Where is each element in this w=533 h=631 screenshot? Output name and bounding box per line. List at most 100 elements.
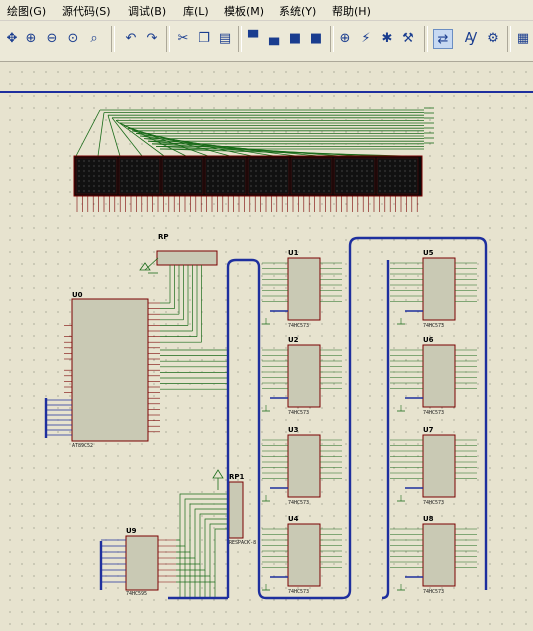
zoom-in-icon[interactable]: ⊕ (22, 29, 40, 47)
u4-part-label: 74HC573 (288, 589, 309, 595)
led-dot (322, 184, 326, 188)
led-dot (370, 159, 374, 163)
menu-debug[interactable]: 调试(B) (128, 3, 166, 19)
led-dot (241, 169, 245, 173)
paste-icon[interactable]: ▤ (216, 29, 234, 47)
u5-latch[interactable]: U5 74HC573 (390, 249, 477, 329)
led-dot (327, 179, 331, 183)
u8-latch[interactable]: U8 74HC573 (390, 515, 477, 595)
menu-draw[interactable]: 绘图(G) (7, 3, 46, 19)
led-dot (140, 174, 144, 178)
led-dot (403, 189, 407, 193)
property-tool-icon[interactable]: ⚙ (484, 29, 502, 47)
led-dot (302, 179, 306, 183)
undo-icon[interactable]: ↶ (122, 29, 140, 47)
rp1-resistor-pack[interactable]: RP1 RESPACK-8 (212, 469, 256, 546)
u7-latch[interactable]: U7 74HC573 (390, 426, 477, 506)
block-copy-icon[interactable]: ▀ (244, 29, 262, 47)
led-dot (150, 164, 154, 168)
led-dot (360, 189, 364, 193)
led-dot (350, 174, 354, 178)
netlist-icon[interactable]: ▦ (514, 29, 532, 47)
led-dot (168, 159, 172, 163)
menu-system[interactable]: 系统(Y) (279, 3, 316, 19)
led-module (290, 157, 333, 195)
led-dot (345, 159, 349, 163)
block-rotate-icon[interactable]: ■ (286, 29, 304, 47)
wire-autorouter-icon[interactable]: ⇄ (433, 29, 453, 49)
redo-icon[interactable]: ↷ (143, 29, 161, 47)
u9-shift-register[interactable]: U9 74HC595 (101, 527, 176, 597)
led-dot (413, 189, 417, 193)
led-dot (302, 169, 306, 173)
led-dot (130, 169, 134, 173)
zoom-all-icon[interactable]: ⊙ (64, 29, 82, 47)
led-dot (168, 169, 172, 173)
menu-template[interactable]: 模板(M) (224, 3, 264, 19)
menu-help[interactable]: 帮助(H) (332, 3, 371, 19)
zoom-out-icon[interactable]: ⊖ (43, 29, 61, 47)
led-dot (360, 159, 364, 163)
rp-resistor-pack[interactable]: RP (139, 233, 218, 274)
led-dot (125, 189, 129, 193)
pick-device-icon[interactable]: ⊕ (336, 29, 354, 47)
led-dot (350, 169, 354, 173)
block-delete-icon[interactable]: ■ (307, 29, 325, 47)
block-move-icon[interactable]: ▄ (265, 29, 283, 47)
led-dot (102, 189, 106, 193)
led-dot (340, 164, 344, 168)
led-dot (145, 189, 149, 193)
toolbar-separator (111, 26, 115, 52)
move-icon[interactable]: ✥ (3, 29, 21, 47)
led-dot (388, 164, 392, 168)
rp-label: RP (158, 233, 169, 241)
led-dot (269, 179, 273, 183)
led-dot (398, 174, 402, 178)
led-dot (145, 169, 149, 173)
led-dot (393, 164, 397, 168)
u5-body (422, 257, 456, 321)
copy-icon[interactable]: ❐ (195, 29, 213, 47)
led-dot (259, 184, 263, 188)
led-dot (408, 189, 412, 193)
menu-source[interactable]: 源代码(S) (62, 3, 111, 19)
u2-latch[interactable]: U2 74HC573 (262, 336, 342, 416)
led-dot (102, 169, 106, 173)
zoom-area-icon[interactable]: ⌕ (85, 29, 103, 47)
led-dot (365, 164, 369, 168)
package-icon[interactable]: ✱ (378, 29, 396, 47)
schematic-canvas[interactable]: RP U0 AT89C52 RP1 RESPACK-8 U9 74HC595 U… (0, 62, 533, 631)
led-dot (226, 159, 230, 163)
led-dot (365, 169, 369, 173)
menu-library[interactable]: 库(L) (183, 3, 209, 19)
led-dot (388, 159, 392, 163)
led-dot (297, 179, 301, 183)
led-dot (370, 174, 374, 178)
led-dot (77, 164, 81, 168)
decompose-icon[interactable]: ⚒ (399, 29, 417, 47)
led-dot (269, 169, 273, 173)
u3-latch[interactable]: U3 74HC573 (262, 426, 342, 506)
led-dot (231, 184, 235, 188)
led-dot (188, 164, 192, 168)
u3-part-label: 74HC573 (288, 500, 309, 506)
led-matrix[interactable] (73, 107, 434, 212)
cut-icon[interactable]: ✂ (174, 29, 192, 47)
led-dot (388, 169, 392, 173)
u0-microcontroller[interactable]: U0 AT89C52 (46, 291, 160, 449)
led-dot (350, 164, 354, 168)
led-module (118, 157, 161, 195)
u4-latch[interactable]: U4 74HC573 (262, 515, 342, 595)
led-dot (241, 179, 245, 183)
u1-latch[interactable]: U1 74HC573 (262, 249, 342, 329)
led-dot (183, 159, 187, 163)
led-dot (216, 179, 220, 183)
led-dot (231, 164, 235, 168)
led-dot (130, 184, 134, 188)
make-device-icon[interactable]: ⚡ (357, 29, 375, 47)
search-tag-icon[interactable]: Ꜽ (462, 29, 480, 47)
led-dot (335, 189, 339, 193)
led-dot (360, 179, 364, 183)
u6-latch[interactable]: U6 74HC573 (390, 336, 477, 416)
led-module (75, 157, 118, 195)
